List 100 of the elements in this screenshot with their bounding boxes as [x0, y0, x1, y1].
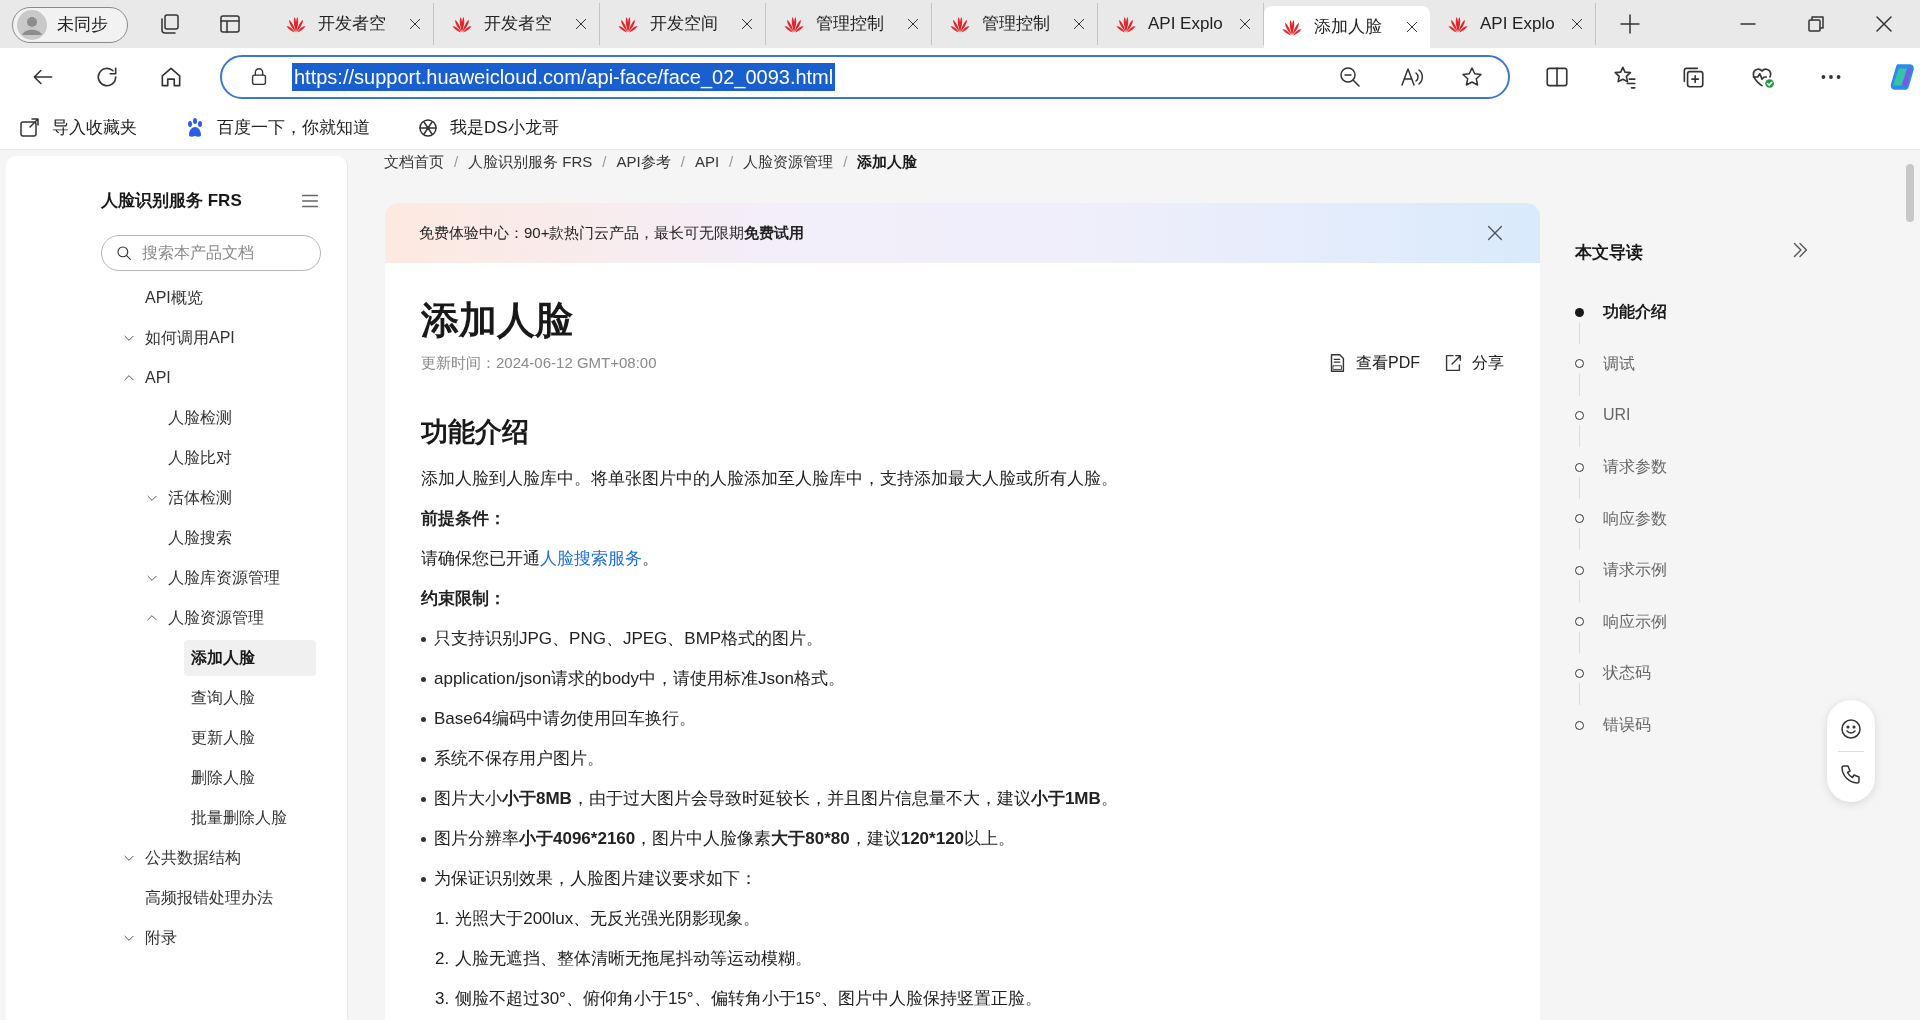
toc-link[interactable]: 响应示例	[1603, 609, 1667, 634]
list-item-text: 系统不保存用户图片。	[434, 748, 604, 771]
nav-item[interactable]: 批量删除人脸	[184, 799, 294, 836]
breadcrumb-link[interactable]: 人脸资源管理	[743, 150, 834, 174]
list-number: 1.	[435, 908, 450, 931]
browser-tab[interactable]: 管理控制	[932, 3, 1098, 45]
close-icon[interactable]	[1569, 16, 1585, 32]
scrollbar-thumb[interactable]	[1906, 164, 1914, 222]
bookmark-link[interactable]: 百度一下，你就知道	[183, 114, 370, 141]
updated-time: 更新时间：2024-06-12 GMT+08:00	[421, 352, 657, 373]
breadcrumb-separator: /	[843, 151, 848, 172]
breadcrumb-separator: /	[729, 151, 734, 172]
bullet-icon	[421, 676, 426, 682]
favorites-icon[interactable]	[1612, 64, 1638, 90]
sidebar-title: 人脸识别服务 FRS	[101, 190, 242, 212]
share-link[interactable]: 分享	[1442, 351, 1504, 375]
browser-tab[interactable]: 添加人脸	[1264, 6, 1430, 48]
close-icon[interactable]	[573, 16, 589, 32]
bookmark-link[interactable]: 我是DS小龙哥	[416, 114, 559, 141]
profile-button[interactable]: 未同步	[12, 7, 128, 43]
list-item-text: 只支持识别JPG、PNG、JPEG、BMP格式的图片。	[434, 628, 824, 651]
nav-item[interactable]: 添加人脸	[184, 639, 316, 676]
browser-tab[interactable]: 管理控制	[766, 3, 932, 45]
bullet-icon	[421, 716, 426, 722]
breadcrumb-link[interactable]: API	[694, 150, 720, 174]
breadcrumb-link[interactable]: 文档首页	[384, 150, 444, 174]
nav-item[interactable]: 人脸检测	[161, 399, 239, 436]
list-item-text: 人脸无遮挡、整体清晰无拖尾抖动等运动模糊。	[455, 948, 813, 971]
toc-link[interactable]: 功能介绍	[1603, 300, 1667, 325]
search-icon	[115, 243, 133, 262]
breadcrumb-link[interactable]: 人脸识别服务 FRS	[468, 150, 593, 174]
zoom-out-icon[interactable]	[1338, 65, 1362, 89]
breadcrumb-link[interactable]: API参考	[616, 150, 671, 174]
breadcrumb-separator: /	[602, 151, 607, 172]
label-text: 前提条件：	[421, 508, 506, 531]
nav-item[interactable]: 人脸资源管理	[161, 599, 271, 636]
list-item-text: 图片分辨率小于4096*2160，图片中人脸像素大于80*80，建议120*120以上。	[434, 828, 1016, 851]
bullet-icon	[421, 876, 426, 882]
close-icon[interactable]	[1237, 16, 1253, 32]
breadcrumb-current: 添加人脸	[857, 151, 918, 172]
breadcrumb-separator: /	[454, 151, 459, 172]
toc-link[interactable]: 响应参数	[1603, 506, 1667, 531]
nav-item[interactable]: 如何调用API	[138, 319, 242, 356]
page-title: 添加人脸	[421, 298, 574, 343]
tab-actions-icon[interactable]	[218, 12, 242, 36]
list-item-text: 侧脸不超过30°、俯仰角小于15°、偏转角小于15°、图片中人脸保持竖置正脸。	[455, 988, 1043, 1011]
close-icon[interactable]	[739, 16, 755, 32]
toc-link[interactable]: URI	[1603, 403, 1631, 428]
nav-item[interactable]: 公共数据结构	[138, 839, 248, 876]
list-item-text: 图片大小小于8MB，由于过大图片会导致时延较长，并且图片信息量不大，建议小于1MB。	[434, 788, 1118, 811]
close-icon[interactable]	[1404, 19, 1420, 35]
list-item-text: Base64编码中请勿使用回车换行。	[434, 708, 696, 731]
star-icon[interactable]	[1460, 65, 1484, 89]
list-item-text: application/json请求的body中，请使用标准Json格式。	[434, 668, 845, 691]
nav-item[interactable]: API	[138, 359, 178, 396]
nav-item[interactable]: 活体检测	[161, 479, 239, 516]
breadcrumb-separator: /	[680, 151, 685, 172]
nav-item[interactable]: 删除人脸	[184, 759, 262, 796]
import-icon	[18, 115, 42, 140]
browser-tab[interactable]: 开发者空	[268, 3, 434, 45]
avatar-icon	[17, 10, 47, 40]
nav-item[interactable]: API概览	[138, 279, 210, 316]
section-title: 功能介绍	[421, 416, 530, 449]
toc-title: 本文导读	[1575, 242, 1643, 264]
label-text: 约束限制：	[421, 588, 506, 611]
nav-item[interactable]: 人脸比对	[161, 439, 239, 476]
smiley-icon[interactable]	[1839, 716, 1863, 741]
browser-tab[interactable]: 开发者空	[434, 3, 600, 45]
nav-item[interactable]: 人脸库资源管理	[161, 559, 287, 596]
nav-item[interactable]: 附录	[138, 919, 184, 956]
toc-link[interactable]: 错误码	[1603, 713, 1651, 738]
paragraph-text: 添加人脸到人脸库中。将单张图片中的人脸添加至人脸库中，支持添加最大人脸或所有人脸。	[421, 468, 1118, 491]
toc-link[interactable]: 请求参数	[1603, 455, 1667, 480]
url-text[interactable]: https://support.huaweicloud.com/api-face/face_02_0093.html	[292, 63, 836, 91]
close-icon[interactable]	[407, 16, 423, 32]
toc-link[interactable]: 状态码	[1603, 661, 1651, 686]
browser-tab[interactable]: API Explo	[1430, 3, 1596, 45]
list-number: 2.	[435, 948, 450, 971]
nav-item[interactable]: 人脸搜索	[161, 519, 239, 556]
close-icon[interactable]	[1071, 16, 1087, 32]
service-link[interactable]: 人脸搜索服务	[540, 549, 642, 569]
new-tab-icon[interactable]	[1618, 12, 1642, 36]
workspaces-icon[interactable]	[158, 12, 182, 36]
list-number: 3.	[435, 988, 450, 1011]
address-bar[interactable]: https://support.huaweicloud.com/api-face/face_02_0093.html	[220, 55, 1510, 99]
read-aloud-icon[interactable]	[1398, 65, 1424, 89]
close-icon[interactable]	[905, 16, 921, 32]
bullet-icon	[421, 636, 426, 642]
nav-item[interactable]: 更新人脸	[184, 719, 262, 756]
nav-item[interactable]: 高频报错处理办法	[138, 879, 280, 916]
pdf-link[interactable]: 查看PDF	[1326, 351, 1420, 375]
list-item-text: 光照大于200lux、无反光强光阴影现象。	[455, 908, 761, 931]
toc-link[interactable]: 调试	[1603, 351, 1635, 376]
nav-item[interactable]: 查询人脸	[184, 679, 262, 716]
browser-tab[interactable]: 开发空间	[600, 3, 766, 45]
list-item-text: 为保证识别效果，人脸图片建议要求如下：	[434, 868, 757, 891]
search-field[interactable]: 搜索本产品文档	[101, 234, 321, 271]
bullet-icon	[421, 796, 426, 802]
toc-link[interactable]: 请求示例	[1603, 558, 1667, 583]
bookmark-link[interactable]: 导入收藏夹	[18, 114, 137, 141]
